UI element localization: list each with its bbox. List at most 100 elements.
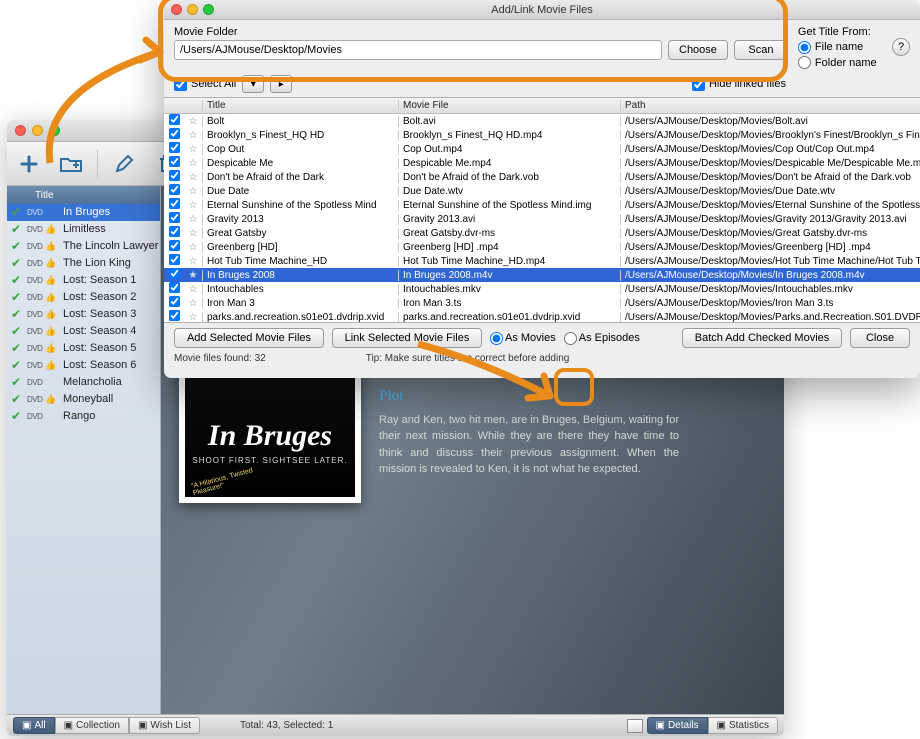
col-header-title[interactable]: Title bbox=[202, 100, 398, 111]
collapse-button[interactable]: ▾ bbox=[242, 75, 264, 93]
row-checkbox[interactable] bbox=[168, 268, 179, 279]
dialog-close-button[interactable] bbox=[171, 4, 182, 15]
sidebar-item[interactable]: ✔DVD👍Lost: Season 3 bbox=[7, 306, 160, 323]
file-table-row[interactable]: ☆Eternal Sunshine of the Spotless MindEt… bbox=[164, 198, 920, 212]
sidebar-header[interactable]: Title bbox=[7, 186, 160, 204]
dialog-minimize-button[interactable] bbox=[187, 4, 198, 15]
row-checkbox[interactable] bbox=[168, 170, 179, 181]
row-star-icon[interactable]: ☆ bbox=[184, 214, 202, 225]
dialog-zoom-button[interactable] bbox=[203, 4, 214, 15]
file-table-row[interactable]: ☆BoltBolt.avi/Users/AJMouse/Desktop/Movi… bbox=[164, 114, 920, 128]
row-checkbox[interactable] bbox=[168, 198, 179, 209]
sidebar-item[interactable]: ✔DVD👍Lost: Season 6 bbox=[7, 357, 160, 374]
sidebar-item[interactable]: ✔DVDMelancholia bbox=[7, 374, 160, 391]
status-bar: ▣All ▣Collection ▣Wish List Total: 43, S… bbox=[7, 714, 784, 736]
sidebar-item[interactable]: ✔DVDIn Bruges bbox=[7, 204, 160, 221]
panel-tab-statistics[interactable]: ▣Statistics bbox=[708, 717, 778, 734]
row-checkbox[interactable] bbox=[168, 296, 179, 307]
files-found-label: Movie files found: 32 bbox=[174, 353, 266, 364]
file-table-row[interactable]: ☆Gravity 2013Gravity 2013.avi/Users/AJMo… bbox=[164, 212, 920, 226]
add-selected-button[interactable]: Add Selected Movie Files bbox=[174, 328, 324, 348]
row-checkbox[interactable] bbox=[168, 310, 179, 321]
row-star-icon[interactable]: ☆ bbox=[184, 256, 202, 267]
row-checkbox[interactable] bbox=[168, 128, 179, 139]
file-table-row[interactable]: ☆Due DateDue Date.wtv/Users/AJMouse/Desk… bbox=[164, 184, 920, 198]
file-table-row[interactable]: ☆Cop OutCop Out.mp4/Users/AJMouse/Deskto… bbox=[164, 142, 920, 156]
close-window-button[interactable] bbox=[15, 125, 26, 136]
scan-button[interactable]: Scan bbox=[734, 40, 788, 60]
row-star-icon[interactable]: ☆ bbox=[184, 312, 202, 323]
check-icon: ✔ bbox=[11, 205, 23, 219]
close-button[interactable]: Close bbox=[850, 328, 910, 348]
file-table-row[interactable]: ☆IntouchablesIntouchables.mkv/Users/AJMo… bbox=[164, 282, 920, 296]
sidebar-item[interactable]: ✔DVD👍Lost: Season 5 bbox=[7, 340, 160, 357]
row-checkbox[interactable] bbox=[168, 226, 179, 237]
panel-tab-details[interactable]: ▣Details bbox=[647, 717, 708, 734]
row-checkbox[interactable] bbox=[168, 114, 179, 125]
row-star-icon[interactable]: ☆ bbox=[184, 242, 202, 253]
sidebar-item[interactable]: ✔DVD👍Limitless bbox=[7, 221, 160, 238]
sidebar-item[interactable]: ✔DVDRango bbox=[7, 408, 160, 425]
row-star-icon[interactable]: ★ bbox=[184, 270, 202, 281]
col-header-file[interactable]: Movie File bbox=[398, 100, 620, 111]
filter-tab-collection[interactable]: ▣Collection bbox=[55, 717, 129, 734]
radio-file-name[interactable] bbox=[798, 41, 811, 54]
row-checkbox[interactable] bbox=[168, 282, 179, 293]
file-table-row[interactable]: ☆Great GatsbyGreat Gatsby.dvr-ms/Users/A… bbox=[164, 226, 920, 240]
batch-add-button[interactable]: Batch Add Checked Movies bbox=[682, 328, 842, 348]
hide-linked-checkbox[interactable] bbox=[692, 78, 705, 91]
row-star-icon[interactable]: ☆ bbox=[184, 172, 202, 183]
sidebar-item[interactable]: ✔DVD👍The Lion King bbox=[7, 255, 160, 272]
file-table-row[interactable]: ☆Hot Tub Time Machine_HDHot Tub Time Mac… bbox=[164, 254, 920, 268]
sidebar-item[interactable]: ✔DVD👍Lost: Season 4 bbox=[7, 323, 160, 340]
file-table-row[interactable]: ★In Bruges 2008In Bruges 2008.m4v/Users/… bbox=[164, 268, 920, 282]
play-preview-button[interactable]: ▸ bbox=[270, 75, 292, 93]
sidebar-item[interactable]: ✔DVD👍Lost: Season 2 bbox=[7, 289, 160, 306]
edit-button[interactable] bbox=[108, 150, 140, 178]
check-icon: ✔ bbox=[11, 290, 23, 304]
row-checkbox[interactable] bbox=[168, 240, 179, 251]
link-selected-button[interactable]: Link Selected Movie Files bbox=[332, 328, 482, 348]
row-checkbox[interactable] bbox=[168, 254, 179, 265]
row-star-icon[interactable]: ☆ bbox=[184, 284, 202, 295]
dvd-tag: DVD bbox=[27, 327, 41, 336]
row-star-icon[interactable]: ☆ bbox=[184, 200, 202, 211]
add-folder-button[interactable] bbox=[55, 150, 87, 178]
sidebar-item[interactable]: ✔DVD👍Lost: Season 1 bbox=[7, 272, 160, 289]
row-star-icon[interactable]: ☆ bbox=[184, 298, 202, 309]
view-mode-icon[interactable] bbox=[627, 719, 643, 733]
file-table-row[interactable]: ☆ parks.and.recreation.s01e01.dvdrip.xvid… bbox=[164, 310, 920, 323]
filter-tab-wishlist[interactable]: ▣Wish List bbox=[129, 717, 200, 734]
row-star-icon[interactable]: ☆ bbox=[184, 116, 202, 127]
file-table-row[interactable]: ☆Despicable MeDespicable Me.mp4/Users/AJ… bbox=[164, 156, 920, 170]
movie-folder-input[interactable] bbox=[174, 40, 662, 60]
row-star-icon[interactable]: ☆ bbox=[184, 158, 202, 169]
select-all-checkbox[interactable] bbox=[174, 78, 187, 91]
file-table-row[interactable]: ☆Greenberg [HD]Greenberg [HD] .mp4/Users… bbox=[164, 240, 920, 254]
row-checkbox[interactable] bbox=[168, 142, 179, 153]
file-table-row[interactable]: ☆Iron Man 3Iron Man 3.ts/Users/AJMouse/D… bbox=[164, 296, 920, 310]
row-star-icon[interactable]: ☆ bbox=[184, 130, 202, 141]
file-table-row[interactable]: ☆Brooklyn_s Finest_HQ HDBrooklyn_s Fines… bbox=[164, 128, 920, 142]
add-movie-button[interactable] bbox=[13, 150, 45, 178]
sidebar-item[interactable]: ✔DVD👍The Lincoln Lawyer bbox=[7, 238, 160, 255]
col-header-path[interactable]: Path bbox=[620, 100, 920, 111]
file-table-row[interactable]: ☆Don't be Afraid of the DarkDon't be Afr… bbox=[164, 170, 920, 184]
row-checkbox[interactable] bbox=[168, 184, 179, 195]
check-icon: ✔ bbox=[11, 409, 23, 423]
minimize-window-button[interactable] bbox=[32, 125, 43, 136]
row-star-icon[interactable]: ☆ bbox=[184, 186, 202, 197]
as-episodes-radio[interactable] bbox=[564, 332, 577, 345]
row-star-icon[interactable]: ☆ bbox=[184, 144, 202, 155]
zoom-window-button[interactable] bbox=[49, 125, 60, 136]
filter-tab-all[interactable]: ▣All bbox=[13, 717, 55, 734]
as-movies-radio[interactable] bbox=[490, 332, 503, 345]
row-star-icon[interactable]: ☆ bbox=[184, 228, 202, 239]
radio-folder-name[interactable] bbox=[798, 56, 811, 69]
row-file: parks.and.recreation.s01e01.dvdrip.xvid bbox=[398, 312, 620, 323]
row-checkbox[interactable] bbox=[168, 212, 179, 223]
help-button[interactable]: ? bbox=[892, 38, 910, 56]
choose-button[interactable]: Choose bbox=[668, 40, 728, 60]
sidebar-item[interactable]: ✔DVD👍Moneyball bbox=[7, 391, 160, 408]
row-checkbox[interactable] bbox=[168, 156, 179, 167]
